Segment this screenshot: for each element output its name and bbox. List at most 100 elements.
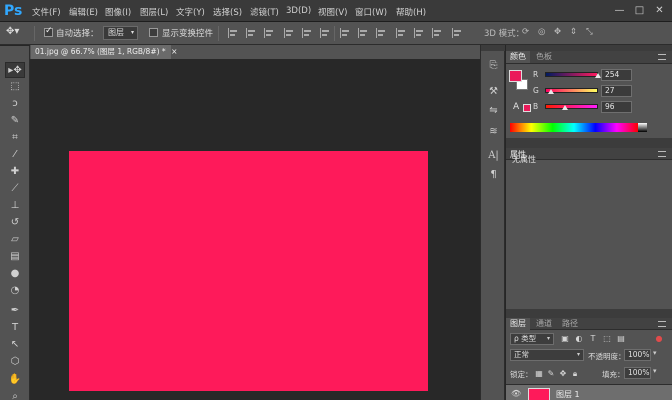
blur-icon[interactable]: ● (5, 266, 25, 282)
distribute-vcenter-icon[interactable] (358, 28, 369, 38)
auto-align-icon[interactable] (452, 28, 463, 38)
layer-thumbnail[interactable] (528, 388, 550, 400)
r-value-field[interactable]: 254 (601, 69, 632, 81)
tool-presets-icon[interactable]: ⚒ (485, 85, 502, 99)
gamut-swatch[interactable] (523, 104, 531, 112)
menu-edit[interactable]: 编辑(E) (69, 6, 98, 18)
layer-row[interactable]: 👁︎ 图层 1 (506, 384, 672, 400)
filter-toggle-icon[interactable]: ● (654, 334, 664, 344)
align-bottom-icon[interactable] (264, 28, 275, 38)
panel-menu-icon[interactable] (658, 151, 666, 157)
dodge-icon[interactable]: ◔ (5, 283, 25, 299)
menu-select[interactable]: 选择(S) (213, 6, 242, 18)
grayscale-ramp[interactable] (638, 123, 647, 132)
pen-icon[interactable]: ✒ (5, 303, 25, 319)
close-window-button[interactable]: ✕ (652, 3, 667, 18)
history-panel-icon[interactable]: ⎘ (485, 59, 502, 73)
color-spectrum-bar[interactable] (510, 123, 638, 132)
tab-channels[interactable]: 通道 (532, 318, 556, 330)
3d-scale-icon[interactable]: ⤡ (586, 27, 593, 37)
maximize-button[interactable]: □ (632, 3, 647, 18)
lasso-icon[interactable]: ↄ (5, 96, 25, 112)
filter-smart-object-icon[interactable]: ▤ (616, 334, 626, 344)
tab-swatches[interactable]: 色板 (532, 51, 556, 63)
menu-view[interactable]: 视图(V) (318, 6, 347, 18)
3d-slide-icon[interactable]: ⇕ (570, 27, 577, 37)
align-top-icon[interactable] (228, 28, 239, 38)
auto-select-target-dropdown[interactable]: 图层 ▾ (103, 26, 138, 40)
layer-filter-dropdown[interactable]: ρ 类型 ▾ (510, 333, 554, 345)
r-slider-track[interactable] (545, 72, 598, 77)
stamp-icon[interactable]: ⊥ (5, 198, 25, 214)
3d-roll-icon[interactable]: ◎ (538, 27, 545, 37)
zoom-icon[interactable]: ⌕ (5, 389, 25, 400)
shape-icon[interactable]: ⬡ (5, 354, 25, 370)
g-value-field[interactable]: 27 (601, 85, 632, 97)
align-vcenter-icon[interactable] (246, 28, 257, 38)
g-slider-thumb[interactable] (547, 89, 554, 94)
tab-color[interactable]: 颜色 (506, 51, 530, 63)
type-icon[interactable]: T (5, 320, 25, 336)
menu-image[interactable]: 图像(I) (105, 6, 131, 18)
filter-pixel-icon[interactable]: ▣ (560, 334, 570, 344)
panel-menu-icon[interactable] (658, 54, 666, 60)
distribute-bottom-icon[interactable] (376, 28, 387, 38)
paragraph-panel-icon[interactable]: ¶ (485, 168, 502, 182)
menu-type[interactable]: 文字(Y) (176, 6, 205, 18)
brush-panel-icon[interactable]: ⇋ (485, 104, 502, 118)
tab-layers[interactable]: 图层 (506, 318, 530, 330)
lock-transparency-icon[interactable]: ▦ (534, 369, 544, 379)
character-panel-icon[interactable]: A| (485, 149, 502, 163)
crop-icon[interactable]: ⌗ (5, 130, 25, 146)
path-select-icon[interactable]: ↖ (5, 337, 25, 353)
layer-name[interactable]: 图层 1 (556, 389, 580, 400)
close-tab-icon[interactable]: × (171, 47, 177, 56)
opacity-field[interactable]: 100% (624, 349, 651, 361)
move-icon[interactable]: ▸✥ (5, 62, 25, 78)
3d-drag-icon[interactable]: ✥ (554, 27, 561, 37)
distribute-left-icon[interactable] (396, 28, 407, 38)
quick-select-icon[interactable]: ✎ (5, 113, 25, 129)
panel-menu-icon[interactable] (658, 321, 666, 327)
history-brush-icon[interactable]: ↺ (5, 215, 25, 231)
distribute-top-icon[interactable] (340, 28, 351, 38)
fill-field[interactable]: 100% (624, 367, 651, 379)
menu-filter[interactable]: 滤镜(T) (250, 6, 279, 18)
gamut-warning-icon[interactable]: A (513, 102, 519, 112)
tab-paths[interactable]: 路径 (558, 318, 582, 330)
align-right-icon[interactable] (320, 28, 331, 38)
align-hcenter-icon[interactable] (302, 28, 313, 38)
chevron-down-icon[interactable]: ▾ (653, 349, 657, 357)
menu-layer[interactable]: 图层(L) (140, 6, 168, 18)
healing-icon[interactable]: ✚ (5, 164, 25, 180)
show-transform-checkbox[interactable] (149, 28, 158, 37)
gradient-icon[interactable]: ▤ (5, 249, 25, 265)
blend-mode-dropdown[interactable]: 正常 ▾ (510, 349, 584, 361)
auto-select-checkbox[interactable] (44, 26, 53, 37)
menu-3d[interactable]: 3D(D) (286, 6, 311, 16)
menu-file[interactable]: 文件(F) (32, 6, 61, 18)
marquee-icon[interactable]: ⬚ (5, 79, 25, 95)
lock-all-icon[interactable]: 🔒︎ (570, 369, 580, 379)
distribute-hcenter-icon[interactable] (414, 28, 425, 38)
filter-shape-icon[interactable]: ⬚ (602, 334, 612, 344)
lock-pixels-icon[interactable]: ✎ (546, 369, 556, 379)
move-tool-preset-icon[interactable]: ✥▾ (6, 26, 19, 37)
document-tab[interactable]: 01.jpg @ 66.7% (图层 1, RGB/8#) * × (31, 45, 177, 59)
minimize-button[interactable]: — (612, 3, 627, 18)
align-left-icon[interactable] (284, 28, 295, 38)
menu-help[interactable]: 帮助(H) (396, 6, 426, 18)
filter-adjustment-icon[interactable]: ◐ (574, 334, 584, 344)
b-value-field[interactable]: 96 (601, 101, 632, 113)
eraser-icon[interactable]: ▱ (5, 232, 25, 248)
b-slider-thumb[interactable] (561, 105, 568, 110)
brush-presets-icon[interactable]: ≋ (485, 125, 502, 139)
hand-icon[interactable]: ✋ (5, 372, 25, 388)
eyedropper-icon[interactable]: ⁄ (5, 147, 25, 163)
chevron-down-icon[interactable]: ▾ (653, 367, 657, 375)
3d-rotate-icon[interactable]: ⟳ (522, 27, 529, 37)
b-slider-track[interactable] (545, 104, 598, 109)
foreground-color-swatch[interactable] (509, 70, 522, 82)
filter-type-icon[interactable]: T (588, 334, 598, 344)
distribute-right-icon[interactable] (432, 28, 443, 38)
